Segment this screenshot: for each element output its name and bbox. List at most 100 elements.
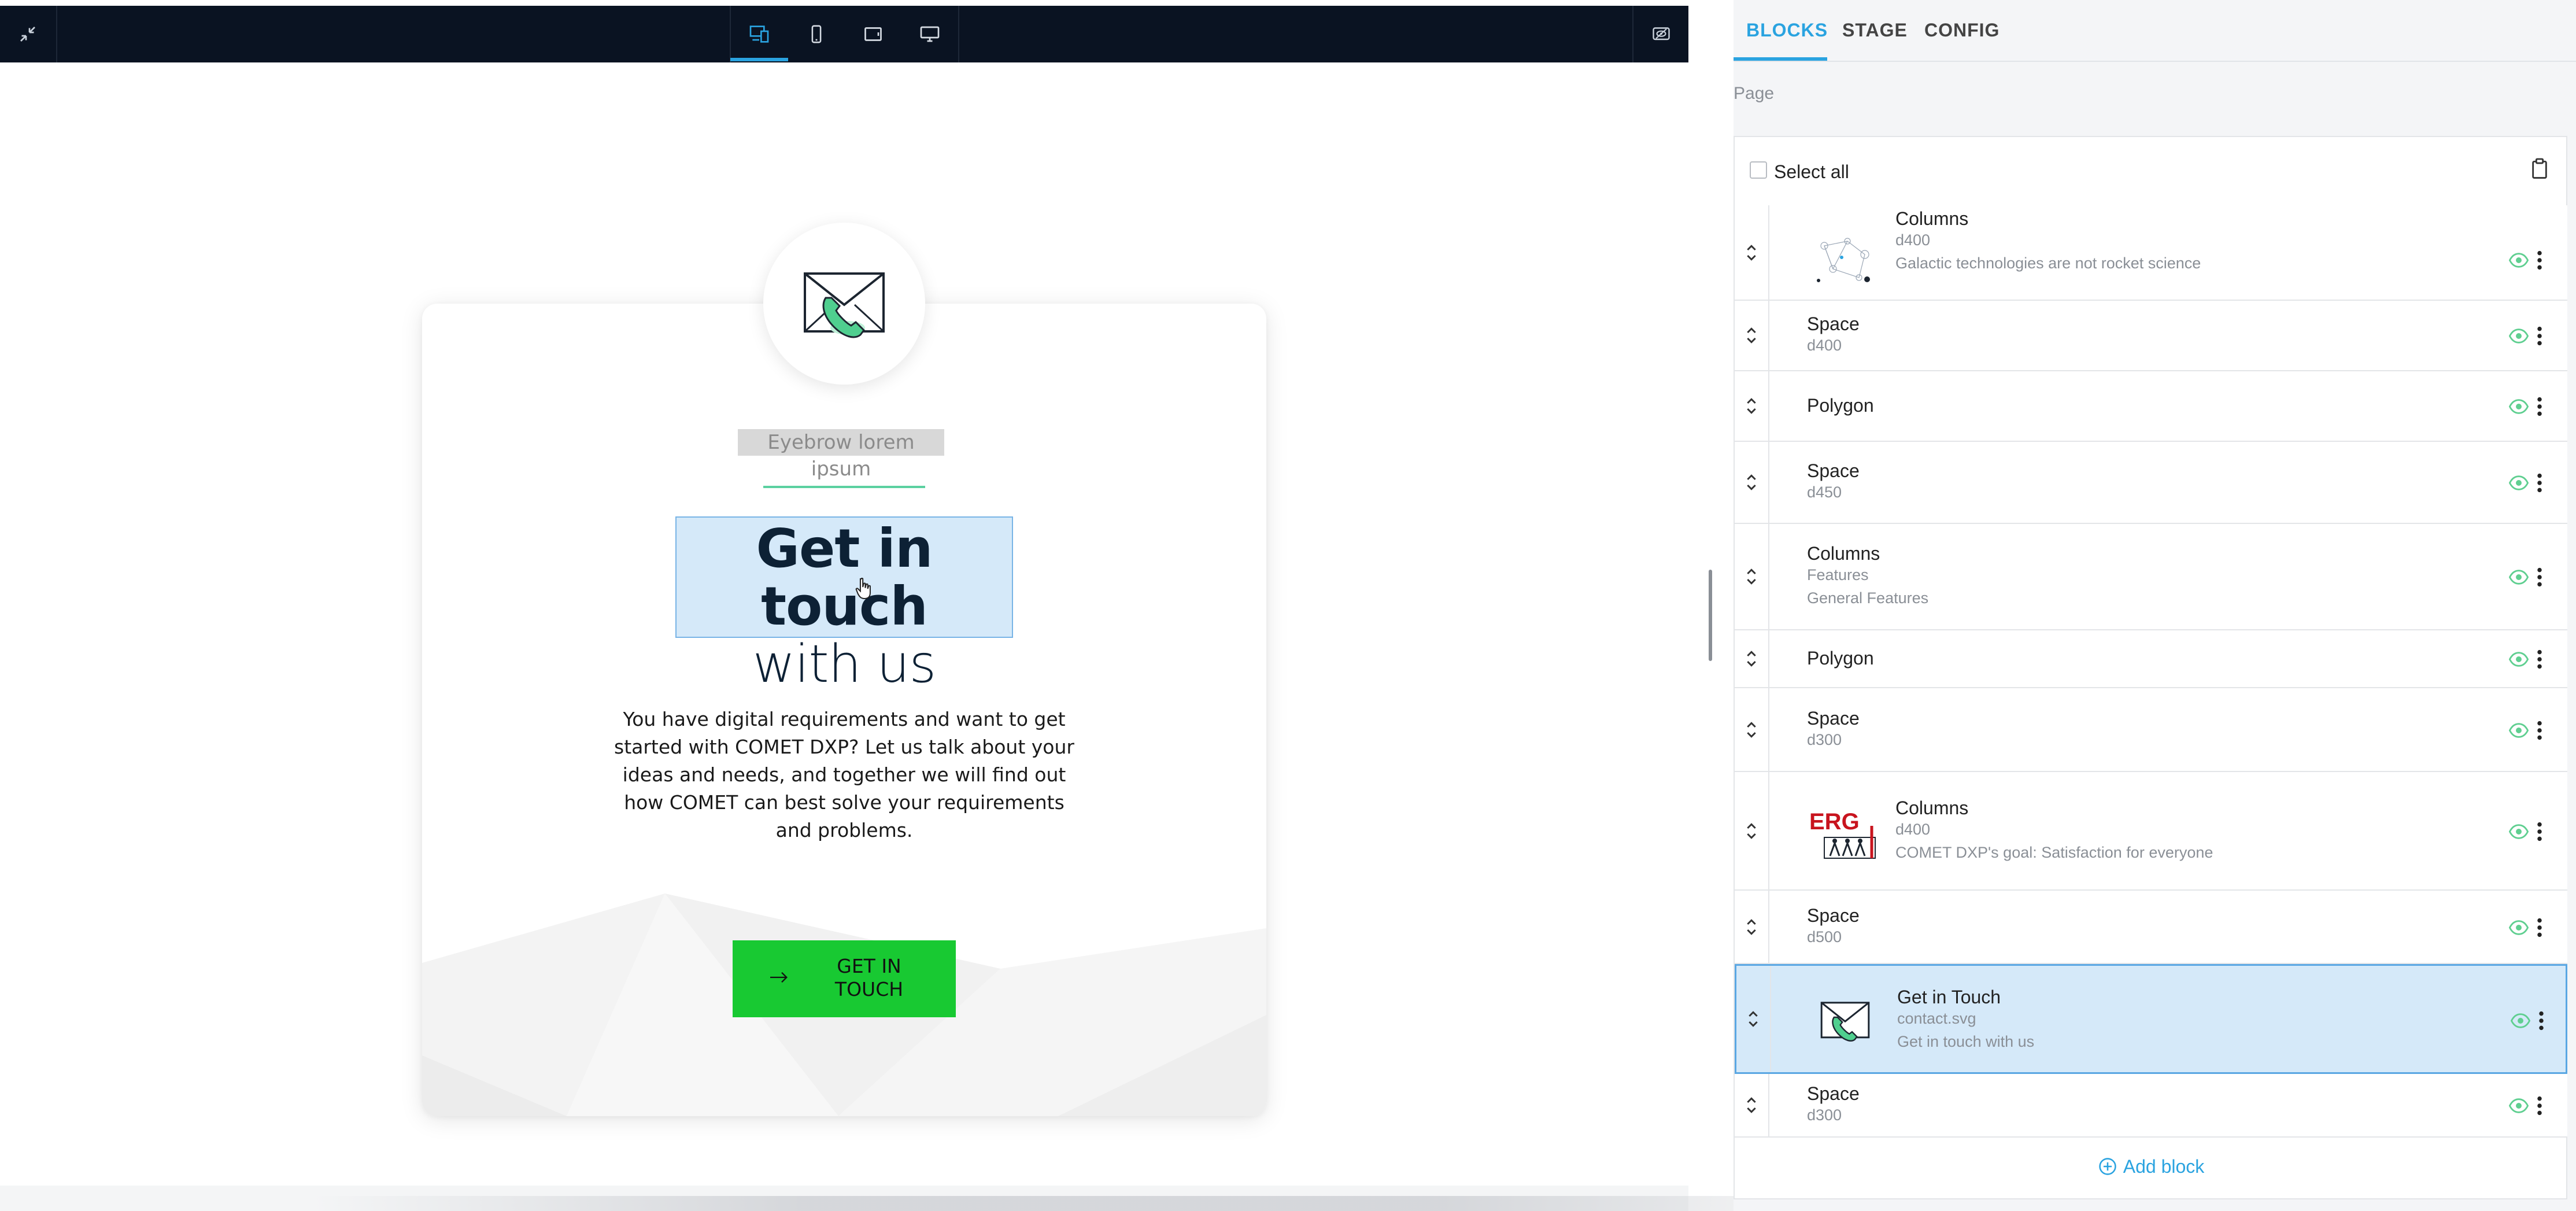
contact-icon-circle (763, 223, 925, 385)
block-row[interactable]: Columns d400 Galactic technologies are not… (1735, 205, 2567, 301)
drag-handle-icon[interactable] (1735, 1074, 1769, 1136)
drag-handle-icon[interactable] (1735, 371, 1769, 441)
more-options-icon[interactable] (2537, 326, 2542, 349)
block-row[interactable]: Space d450 (1735, 442, 2567, 524)
block-subtitle: contact.svg (1897, 1010, 1976, 1027)
page-preview: Eyebrow lorem ipsum Get in touch with us… (0, 0, 1688, 1186)
body-line: You have digital requirements and want t… (623, 708, 1066, 730)
block-subtitle: d500 (1807, 928, 1842, 946)
block-subtitle: d450 (1807, 483, 1842, 501)
body-line: how COMET can best solve your requiremen… (624, 791, 1065, 814)
block-title: Get in Touch (1897, 987, 2001, 1007)
drag-handle-icon[interactable] (1735, 688, 1769, 771)
hand-cursor-icon (855, 577, 874, 603)
mobile-icon[interactable] (788, 6, 845, 62)
block-row[interactable]: Space d500 (1735, 891, 2567, 964)
drag-handle-icon[interactable] (1735, 442, 1769, 523)
block-row[interactable]: Polygon (1735, 371, 2567, 442)
block-subtitle: d400 (1895, 231, 1931, 249)
phone-envelope-thumbnail (1817, 996, 1873, 1048)
more-options-icon[interactable] (2537, 473, 2542, 496)
panel-resize-handle[interactable] (1709, 570, 1712, 661)
block-row[interactable]: Space d400 (1735, 301, 2567, 371)
add-block-label: Add block (2123, 1155, 2205, 1177)
drag-handle-icon[interactable] (1735, 630, 1769, 687)
drag-handle-icon[interactable] (1735, 301, 1769, 370)
block-title: Columns (1895, 797, 1969, 818)
block-subtitle: Get in touch with us (1897, 1033, 2035, 1050)
block-title: Space (1807, 1083, 1860, 1104)
select-all-checkbox[interactable] (1750, 161, 1767, 179)
drag-handle-icon[interactable] (1735, 205, 1769, 300)
drag-handle-icon[interactable] (1735, 891, 1769, 963)
visibility-eye-icon[interactable] (2508, 652, 2529, 670)
headline-line-1[interactable]: Get in touch (677, 520, 1012, 636)
more-options-icon[interactable] (2537, 649, 2542, 672)
eyebrow-text[interactable]: Eyebrow lorem ipsum (738, 429, 944, 481)
body-line: started with COMET DXP? Let us talk abou… (614, 736, 1074, 758)
block-title: Space (1807, 904, 1860, 926)
block-row[interactable]: Get in Touch contact.svg Get in touch with… (1735, 964, 2567, 1074)
block-row[interactable]: Space d300 (1735, 688, 2567, 772)
block-subtitle: d300 (1807, 1106, 1842, 1124)
collapse-icon[interactable] (0, 6, 56, 62)
visibility-eye-icon[interactable] (2508, 722, 2529, 741)
headline-line-2[interactable]: with us (677, 636, 1012, 693)
preview-toolbar (0, 6, 1688, 62)
visibility-eye-icon[interactable] (2508, 1098, 2529, 1116)
block-subtitle: d300 (1807, 730, 1842, 748)
paste-icon[interactable] (2530, 157, 2549, 183)
visibility-eye-icon[interactable] (2508, 328, 2529, 346)
visibility-eye-icon[interactable] (2508, 570, 2529, 588)
block-row[interactable]: Space d300 (1735, 1074, 2567, 1138)
more-options-icon[interactable] (2537, 397, 2542, 419)
drag-handle-icon[interactable] (1736, 966, 1771, 1072)
tab-config[interactable]: CONFIG (1924, 20, 2000, 41)
drag-handle-icon[interactable] (1735, 772, 1769, 889)
more-options-icon[interactable] (2537, 918, 2542, 940)
body-line: and problems. (775, 819, 913, 841)
more-options-icon[interactable] (2537, 567, 2542, 590)
select-all-row: Select all (1735, 137, 2567, 206)
block-row[interactable]: ERG Columns d400 COMET DXP's goal: Satisfac… (1735, 772, 2567, 891)
block-subtitle: d400 (1895, 820, 1931, 838)
add-block-button[interactable]: Add block (1735, 1138, 2567, 1195)
get-in-touch-button[interactable]: GET IN TOUCH (733, 940, 956, 1017)
body-line: ideas and needs, and together we will fi… (622, 763, 1066, 786)
block-list: Select all Columns d400 Galactic technolog… (1734, 136, 2567, 1199)
preview-toggle-icon[interactable] (1633, 6, 1688, 62)
block-title: Polygon (1807, 395, 1874, 416)
visibility-eye-icon[interactable] (2508, 399, 2529, 417)
active-tab-indicator (1734, 57, 1827, 61)
visibility-eye-icon[interactable] (2508, 920, 2529, 938)
select-all-label[interactable]: Select all (1774, 161, 1849, 183)
tab-blocks[interactable]: BLOCKS (1746, 20, 1828, 41)
responsive-icon[interactable] (730, 6, 788, 62)
visibility-eye-icon[interactable] (2508, 475, 2529, 493)
arrow-right-icon (770, 972, 788, 983)
visibility-eye-icon[interactable] (2508, 252, 2529, 271)
block-title: Space (1807, 313, 1860, 334)
more-options-icon[interactable] (2537, 1096, 2542, 1118)
block-subtitle: Galactic technologies are not rocket sci… (1895, 254, 2201, 272)
erg-logo-thumbnail: ERG (1807, 803, 1882, 863)
cta-label-line: TOUCH (834, 978, 904, 1000)
more-options-icon[interactable] (2537, 721, 2542, 743)
block-title: Polygon (1807, 648, 1874, 669)
block-title: Space (1807, 460, 1860, 481)
body-paragraph[interactable]: You have digital requirements and want t… (610, 706, 1078, 844)
visibility-eye-icon[interactable] (2508, 824, 2529, 842)
more-options-icon[interactable] (2537, 822, 2542, 844)
visibility-eye-icon[interactable] (2510, 1013, 2531, 1031)
tab-stage[interactable]: STAGE (1842, 20, 1908, 41)
more-options-icon[interactable] (2538, 1011, 2544, 1033)
block-row[interactable]: Columns Features General Features (1735, 524, 2567, 630)
desktop-icon[interactable] (901, 6, 958, 62)
tablet-icon[interactable] (845, 6, 901, 62)
eyebrow-divider (763, 486, 925, 488)
more-options-icon[interactable] (2537, 250, 2542, 273)
drag-handle-icon[interactable] (1735, 524, 1769, 629)
block-title: Space (1807, 707, 1860, 729)
block-row[interactable]: Polygon (1735, 630, 2567, 688)
headline-selection[interactable]: Get in touch with us (675, 516, 1013, 693)
